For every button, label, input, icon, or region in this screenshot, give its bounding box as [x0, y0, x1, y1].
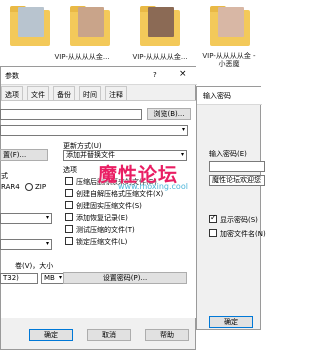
- folder-label: VIP-从从从从金...: [54, 53, 110, 61]
- close-icon[interactable]: ×: [179, 69, 187, 79]
- password-field[interactable]: [209, 161, 265, 172]
- tab-comment[interactable]: 注释: [105, 86, 127, 100]
- compression-method-select[interactable]: [0, 213, 52, 224]
- image-preview: [18, 7, 44, 37]
- lock-archive-checkbox[interactable]: [65, 237, 73, 245]
- chevron-down-icon[interactable]: ▾: [181, 151, 184, 158]
- tab-time[interactable]: 时间: [79, 86, 101, 100]
- tab-files[interactable]: 文件: [27, 86, 49, 100]
- options-group-label: 选项: [63, 166, 77, 174]
- tab-bar: 选项 文件 备份 时间 注释: [1, 86, 197, 100]
- checkmark-icon: ✓: [210, 213, 217, 222]
- dialog-title: 输入密码: [203, 92, 231, 100]
- image-preview: [148, 7, 174, 37]
- help-button[interactable]: 帮助: [145, 329, 189, 341]
- password-ok-button[interactable]: 确定: [209, 316, 253, 328]
- tab-options[interactable]: 选项: [1, 86, 23, 100]
- chevron-down-icon[interactable]: ▾: [182, 126, 185, 133]
- show-password-label[interactable]: 显示密码(S): [220, 215, 258, 225]
- cancel-button[interactable]: 取消: [87, 329, 131, 341]
- encrypt-filenames-label[interactable]: 加密文件名(N): [220, 229, 266, 239]
- folder-label: VIP-从从从从金 - 小恶魔: [202, 52, 256, 68]
- sfx-checkbox[interactable]: [65, 189, 73, 197]
- image-preview: [78, 7, 104, 37]
- archive-name-field[interactable]: [0, 109, 142, 120]
- password-label: 输入密码(E): [209, 150, 247, 158]
- encrypt-filenames-checkbox[interactable]: [209, 229, 217, 237]
- solid-checkbox[interactable]: [65, 201, 73, 209]
- folder-label: VIP-从从从从金...: [132, 53, 188, 61]
- show-password-checkbox[interactable]: ✓: [209, 213, 217, 223]
- tab-backup[interactable]: 备份: [53, 86, 75, 100]
- test-archive-label[interactable]: 测试压缩的文件(T): [76, 225, 135, 235]
- folder-thumbnail[interactable]: [8, 4, 52, 48]
- format-option-rar4[interactable]: RAR4: [1, 183, 20, 191]
- recovery-record-checkbox[interactable]: [65, 213, 73, 221]
- dialog-title: 参数: [5, 72, 19, 80]
- archive-format-label: 式: [1, 172, 8, 180]
- dictionary-size-select[interactable]: [0, 239, 52, 250]
- watermark-url: www.moxing.cool: [118, 182, 188, 191]
- format-option-zip[interactable]: ZIP: [35, 183, 46, 191]
- help-icon[interactable]: ?: [153, 71, 157, 79]
- image-preview: [218, 7, 244, 37]
- chevron-down-icon[interactable]: ▾: [46, 214, 49, 221]
- dialog-titlebar[interactable]: 输入密码: [197, 87, 262, 105]
- confirm-password-field[interactable]: 魔性论坛欢迎您: [209, 175, 265, 186]
- split-volumes-label: 卷(V)，大小: [15, 262, 54, 270]
- browse-button[interactable]: 浏览(B)...: [147, 108, 191, 120]
- chevron-down-icon[interactable]: ▾: [46, 240, 49, 247]
- ok-button[interactable]: 确定: [29, 329, 73, 341]
- folder-thumbnail[interactable]: [68, 4, 112, 48]
- profiles-button[interactable]: 置(F)...: [0, 149, 48, 161]
- chevron-down-icon[interactable]: ▾: [59, 274, 62, 281]
- dialog-titlebar[interactable]: 参数 ? ×: [1, 67, 197, 85]
- site-watermark: 魔性论坛 www.moxing.cool: [98, 160, 210, 216]
- split-size-field[interactable]: T32): [0, 273, 38, 284]
- set-password-button[interactable]: 设置密码(P)...: [63, 272, 187, 284]
- folder-thumbnail[interactable]: [138, 4, 182, 48]
- file-explorer-background: VIP-从从从从金... VIP-从从从从金... VIP-从从从从金 - 小恶…: [0, 0, 261, 68]
- delete-after-checkbox[interactable]: [65, 177, 73, 185]
- archive-path-field[interactable]: [0, 125, 188, 136]
- lock-archive-label[interactable]: 锁定压缩文件(L): [76, 237, 127, 247]
- test-archive-checkbox[interactable]: [65, 225, 73, 233]
- folder-thumbnail[interactable]: [208, 4, 252, 48]
- zip-radio[interactable]: [25, 183, 33, 191]
